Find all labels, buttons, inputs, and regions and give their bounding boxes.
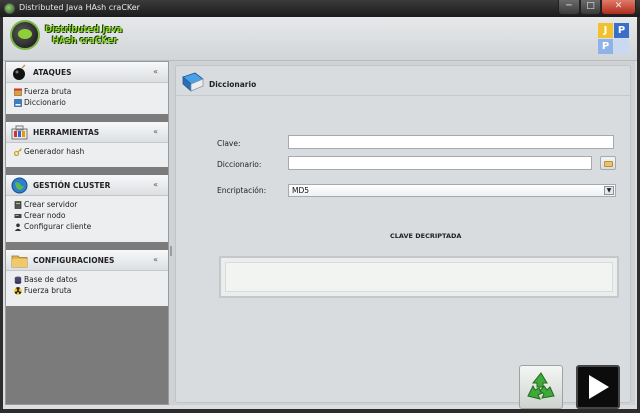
sidebar-item-crear-servidor[interactable]: Crear servidor [14, 200, 168, 210]
badge-letter: J [598, 23, 613, 38]
app-logo-text: Distributed Java HAsh craCKer [45, 25, 125, 47]
section-herramientas: HERRAMIENTAS « Generador hash [6, 122, 168, 167]
panel-header: Diccionario [176, 66, 630, 96]
window-client: Distributed Java HAsh craCKer J P P ATAQ [3, 17, 637, 409]
play-icon [589, 375, 609, 399]
node-icon [14, 214, 22, 218]
sidebar-item-diccionario[interactable]: Diccionario [14, 98, 168, 108]
diccionario-label: Diccionario: [217, 160, 262, 169]
app-icon[interactable] [4, 3, 15, 14]
bomb-icon [13, 64, 26, 80]
app-header: Distributed Java HAsh craCKer J P P [3, 17, 637, 61]
collapse-chevron-icon[interactable]: « [153, 255, 158, 264]
toolbox-icon [11, 125, 28, 140]
main-panel: Diccionario Clave: Diccionario: Encripta… [173, 61, 635, 409]
collapse-chevron-icon[interactable]: « [153, 67, 158, 76]
badge-letter: P [614, 23, 629, 38]
browse-button[interactable] [600, 156, 616, 170]
result-box [219, 256, 619, 298]
box-icon [14, 88, 22, 96]
logo-icon [10, 20, 40, 50]
section-divider [6, 167, 168, 175]
reset-button[interactable] [519, 365, 563, 409]
logo-line-2: HAsh craCKer [52, 36, 118, 46]
section-ataques: ATAQUES « Fuerza bruta Diccionario [6, 62, 168, 114]
sidebar-item-label: Crear nodo [24, 211, 66, 220]
sidebar-item-fuerza-bruta[interactable]: Fuerza bruta [14, 87, 168, 97]
jpp-badge-icon: J P P [598, 23, 630, 55]
chevron-down-icon[interactable]: ▼ [604, 186, 614, 195]
collapse-chevron-icon[interactable]: « [153, 180, 158, 189]
section-header-ataques[interactable]: ATAQUES « [6, 62, 168, 83]
window-title: Distributed Java HAsh craCKer [19, 3, 140, 12]
recycle-icon [527, 372, 555, 400]
sidebar-item-crear-nodo[interactable]: Crear nodo [14, 211, 168, 221]
database-icon [14, 276, 22, 284]
section-header-gestion-cluster[interactable]: GESTIÓN CLUSTER « [6, 175, 168, 196]
badge-letter: P [598, 39, 613, 54]
section-header-configuraciones[interactable]: CONFIGURACIONES « [6, 250, 168, 271]
sidebar-item-label: Configurar cliente [24, 222, 92, 231]
server-icon [14, 201, 22, 209]
splitter-grip-icon [170, 246, 172, 256]
section-divider [6, 114, 168, 122]
sidebar-item-label: Base de datos [24, 275, 78, 284]
sidebar-item-label: Fuerza bruta [24, 286, 72, 295]
encriptacion-selected-value: MD5 [292, 186, 310, 195]
section-header-herramientas[interactable]: HERRAMIENTAS « [6, 122, 168, 143]
diccionario-panel: Diccionario Clave: Diccionario: Encripta… [175, 65, 631, 409]
logo-line-1: Distributed Java [45, 25, 123, 35]
sidebar-item-base-de-datos[interactable]: Base de datos [14, 275, 168, 285]
maximize-button[interactable]: □ [580, 0, 601, 15]
sidebar: ATAQUES « Fuerza bruta Diccionario HERRA… [5, 61, 169, 405]
window-frame: Distributed Java HAsh craCKer J P P ATAQ [0, 17, 640, 413]
section-title: ATAQUES [33, 68, 72, 77]
diccionario-input[interactable] [288, 156, 592, 170]
sidebar-item-label: Generador hash [24, 147, 85, 156]
section-title: GESTIÓN CLUSTER [33, 181, 111, 190]
sidebar-item-label: Fuerza bruta [24, 87, 72, 96]
minimize-button[interactable]: ─ [558, 0, 580, 15]
clave-input[interactable] [288, 135, 614, 149]
sidebar-item-label: Crear servidor [24, 200, 78, 209]
badge-letter [614, 39, 629, 54]
book-icon [14, 99, 22, 107]
section-divider [6, 242, 168, 250]
section-configuraciones: CONFIGURACIONES « Base de datos Fuerza b… [6, 250, 168, 306]
user-icon [14, 223, 22, 231]
radiation-icon [14, 287, 22, 295]
encriptacion-label: Encriptación: [217, 186, 267, 195]
folder-icon [604, 161, 613, 167]
sidebar-item-config-fuerza-bruta[interactable]: Fuerza bruta [14, 286, 168, 296]
section-title: CONFIGURACIONES [33, 256, 115, 265]
section-title: HERRAMIENTAS [33, 128, 100, 137]
title-bar: Distributed Java HAsh craCKer ─ □ ✕ [0, 0, 640, 17]
book-icon [182, 72, 204, 92]
section-gestion-cluster: GESTIÓN CLUSTER « Crear servidor Crear n… [6, 175, 168, 242]
collapse-chevron-icon[interactable]: « [153, 127, 158, 136]
clave-label: Clave: [217, 139, 241, 148]
sidebar-item-label: Diccionario [24, 98, 66, 107]
panel-title: Diccionario [209, 80, 257, 89]
sidebar-item-configurar-cliente[interactable]: Configurar cliente [14, 222, 168, 232]
globe-icon [11, 177, 28, 194]
run-button[interactable] [576, 365, 620, 409]
key-icon [14, 148, 22, 156]
encriptacion-select[interactable]: MD5 ▼ [288, 184, 616, 197]
result-value [225, 262, 613, 292]
close-button[interactable]: ✕ [601, 0, 636, 15]
sidebar-item-generador-hash[interactable]: Generador hash [14, 147, 168, 157]
folder-icon [11, 255, 28, 268]
result-title: CLAVE DECRIPTADA [390, 232, 462, 240]
